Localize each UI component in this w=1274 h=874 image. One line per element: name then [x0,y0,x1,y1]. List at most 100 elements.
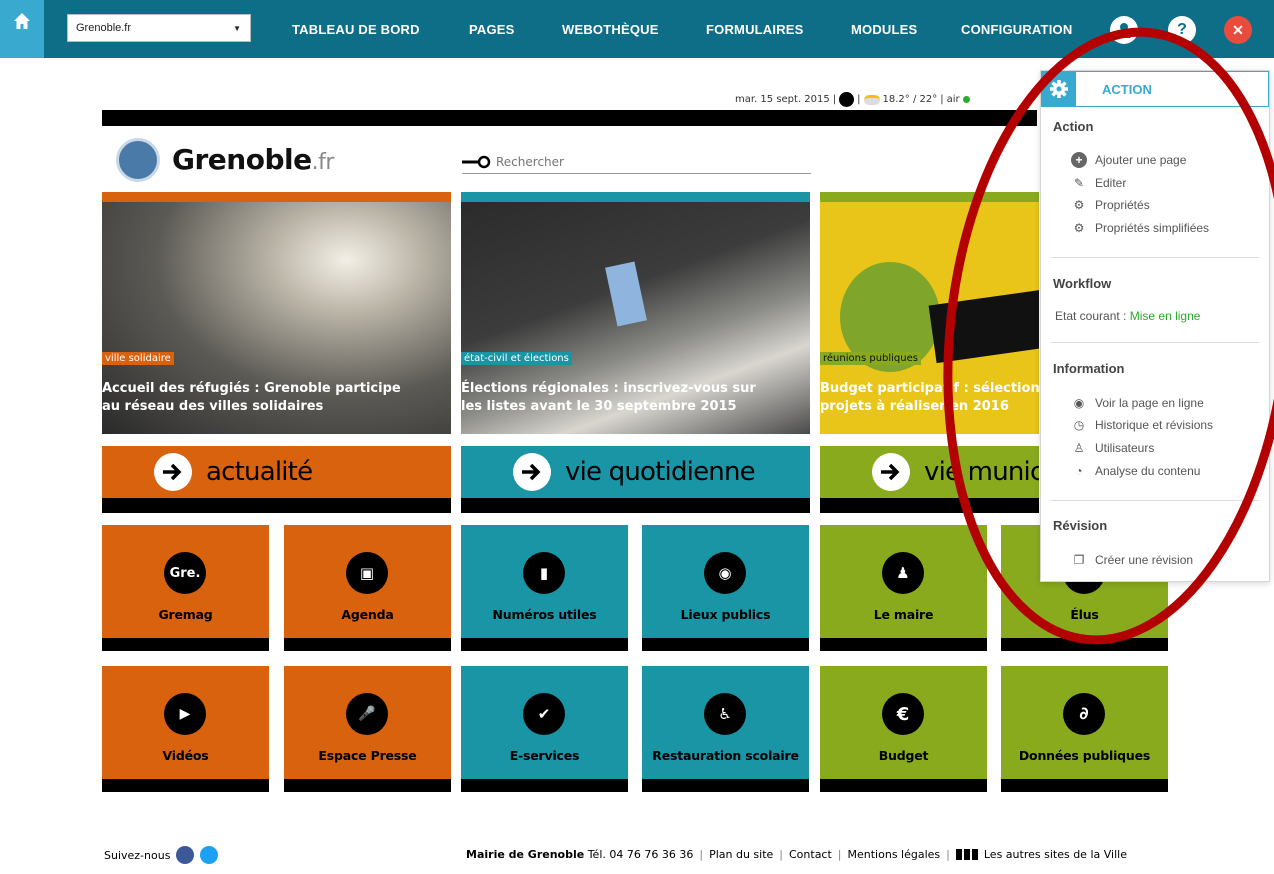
footer-link-contact[interactable]: Contact [789,848,832,861]
card-title-line: au réseau des villes solidaires [102,399,324,414]
footer-link-plan[interactable]: Plan du site [709,848,773,861]
tile-espace-presse[interactable]: 🎤 Espace Presse [284,666,451,792]
item-label: Ajouter une page [1095,153,1187,167]
nav-formulaires[interactable]: FORMULAIRES [706,22,804,37]
item-label: Historique et révisions [1095,418,1214,432]
tile-restauration-scolaire[interactable]: ♿ Restauration scolaire [642,666,809,792]
section-body: vie quotidienne [461,446,810,498]
card-stripe [461,192,810,202]
city-seal-logo[interactable] [116,138,160,182]
user-icon[interactable] [1110,16,1138,44]
search-input[interactable] [496,152,796,172]
tile-label: Gremag [158,607,213,622]
air-label: air [946,94,960,105]
tile-label: Le maire [873,607,934,622]
edit-item[interactable]: ✎ Editer [1071,175,1126,191]
nav-tableau-de-bord[interactable]: TABLEAU DE BORD [292,22,420,37]
item-label: Voir la page en ligne [1095,396,1204,410]
section-vie-quotidienne[interactable]: vie quotidienne [461,446,810,513]
section-footer-bar [102,498,451,513]
tile-budget[interactable]: € Budget [820,666,987,792]
tile-label: Budget [878,748,929,763]
card-title-line: Budget participatif : sélection des [820,381,1039,396]
paperclip-icon: ∂ [1063,693,1105,735]
feature-card-budget-participatif[interactable]: réunions publiques Budget participatif :… [820,192,1039,434]
section-heading-information: Information [1053,361,1125,376]
temperature-text: 18.2° / 22° [882,94,938,105]
card-title[interactable]: Budget participatif : sélection des proj… [820,380,1039,416]
tile-label: Restauration scolaire [652,748,799,763]
tile-donnees-publiques[interactable]: ∂ Données publiques [1001,666,1168,792]
create-revision-item[interactable]: ❐ Créer une révision [1071,552,1193,568]
admin-toolbar: Grenoble.fr ▼ TABLEAU DE BORD PAGES WEBO… [0,0,1274,58]
tile-label: Vidéos [162,748,209,763]
action-panel-title: ACTION [1102,82,1152,97]
card-title[interactable]: Élections régionales : inscrivez-vous su… [461,380,791,416]
nav-pages[interactable]: PAGES [469,22,515,37]
tile-e-services[interactable]: ✔ E-services [461,666,628,792]
tile-agenda[interactable]: ▣ Agenda [284,525,451,651]
feature-card-elections[interactable]: état-civil et élections Élections région… [461,192,810,434]
tile-gremag[interactable]: Gre. Gremag [102,525,269,651]
item-label: Propriétés [1095,198,1150,212]
user-icon: ♙ [1073,441,1085,455]
users-item[interactable]: ♙ Utilisateurs [1071,440,1155,456]
feature-card-refugees[interactable]: ville solidaire Accueil des réfugiés : G… [102,192,451,434]
nav-configuration[interactable]: CONFIGURATION [961,22,1072,37]
action-panel-header[interactable]: ACTION [1041,71,1269,107]
date-weather-line: mar. 15 sept. 2015 | | 18.2° / 22° | air [735,92,970,107]
site-select[interactable]: Grenoble.fr ▼ [67,14,251,42]
item-label: Créer une révision [1095,553,1194,567]
close-icon[interactable]: ✕ [1224,16,1252,44]
tile-label: Numéros utiles [492,607,597,622]
footer-link-other-sites[interactable]: Les autres sites de la Ville [984,848,1127,861]
logo-name: Grenoble [172,143,312,176]
section-actualite[interactable]: actualité [102,446,451,513]
date-text: mar. 15 sept. 2015 [735,94,830,105]
tile-videos[interactable]: ▶ Vidéos [102,666,269,792]
help-icon[interactable]: ? [1168,16,1196,44]
tile-label: Données publiques [1018,748,1151,763]
pencil-icon: ✎ [1073,176,1085,190]
card-stripe [820,192,1039,202]
gear-icon: ⚙ [1073,198,1085,212]
simplified-properties-item[interactable]: ⚙ Propriétés simplifiées [1071,220,1209,236]
twitter-icon[interactable] [200,846,219,864]
play-icon: ▶ [164,693,206,735]
view-online-item[interactable]: ◉ Voir la page en ligne [1071,395,1204,411]
tile-label: E-services [509,748,580,763]
search-icon[interactable] [462,155,492,169]
microphone-icon: 🎤 [346,693,388,735]
nav-modules[interactable]: MODULES [851,22,917,37]
home-button[interactable] [0,0,44,58]
properties-item[interactable]: ⚙ Propriétés [1071,197,1150,213]
card-tag[interactable]: réunions publiques [820,352,921,365]
gremag-icon: Gre. [164,552,206,594]
section-vie-municipale[interactable]: vie municipale [820,446,1039,513]
air-quality-icon [962,96,970,103]
card-tag[interactable]: état-civil et élections [461,352,572,365]
gear-icon [1042,72,1076,106]
tile-numeros-utiles[interactable]: ▮ Numéros utiles [461,525,628,651]
site-logo[interactable]: Grenoble.fr [172,143,334,176]
history-item[interactable]: ◷ Historique et révisions [1071,417,1213,433]
eye-icon: ◉ [1073,396,1085,410]
tile-label: Agenda [341,607,394,622]
add-page-item[interactable]: + Ajouter une page [1071,152,1186,168]
footer-link-mentions[interactable]: Mentions légales [848,848,941,861]
section-footer-bar [820,498,1039,513]
content-analysis-item[interactable]: ◔ Analyse du contenu [1071,463,1200,479]
section-label: vie quotidienne [565,457,756,487]
mairie-phone: Tél. 04 76 76 36 36 [587,848,694,861]
weather-icon [863,94,880,105]
card-tag[interactable]: ville solidaire [102,352,174,365]
phone-icon[interactable] [839,92,855,107]
nav-webotheque[interactable]: WEBOTHÈQUE [562,22,659,37]
card-title[interactable]: Accueil des réfugiés : Grenoble particip… [102,380,432,416]
tile-le-maire[interactable]: ♟ Le maire [820,525,987,651]
tile-lieux-publics[interactable]: ◉ Lieux publics [642,525,809,651]
site-select-value: Grenoble.fr [76,22,132,34]
facebook-icon[interactable] [176,846,195,864]
arrow-right-icon [513,453,551,491]
section-footer-bar [461,498,810,513]
